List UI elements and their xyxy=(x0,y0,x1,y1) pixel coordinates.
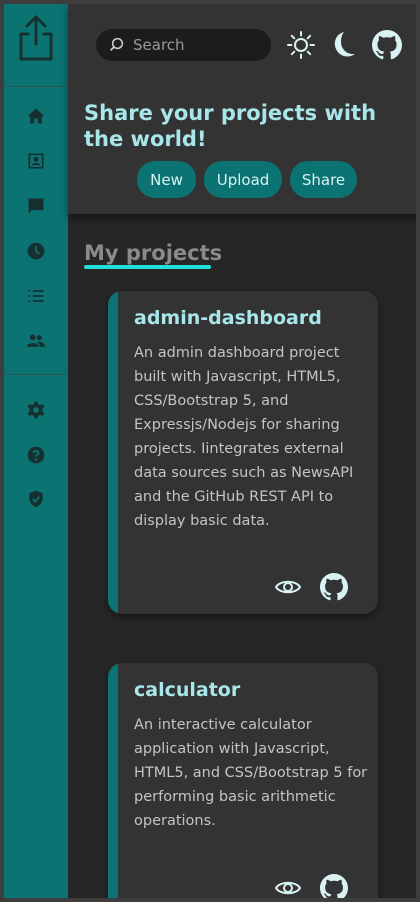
sun-icon[interactable] xyxy=(286,30,316,60)
github-icon[interactable] xyxy=(320,573,348,601)
eye-icon[interactable] xyxy=(274,573,302,601)
project-description: An admin dashboard project built with Ja… xyxy=(134,345,354,529)
share-button[interactable]: Share xyxy=(290,161,357,198)
messages-icon[interactable] xyxy=(24,194,48,218)
search-input[interactable] xyxy=(133,36,263,54)
header: Share your projects with the world! New … xyxy=(68,4,416,214)
search-bar[interactable] xyxy=(96,29,271,61)
tagline: Share your projects with the world! xyxy=(84,101,377,151)
project-card[interactable]: admin-dashboard An admin dashboard proje… xyxy=(108,291,378,614)
eye-icon[interactable] xyxy=(274,874,302,902)
sidebar-divider xyxy=(4,86,68,87)
profile-icon[interactable] xyxy=(24,149,48,173)
sidebar xyxy=(4,4,68,898)
moon-icon[interactable] xyxy=(330,30,360,60)
section-title: My projects xyxy=(84,241,223,265)
github-icon[interactable] xyxy=(372,30,402,60)
project-title[interactable]: admin-dashboard xyxy=(134,307,322,329)
sidebar-divider xyxy=(4,374,68,375)
help-icon[interactable] xyxy=(24,443,48,467)
upload-button[interactable]: Upload xyxy=(204,161,282,198)
card-accent xyxy=(108,663,118,898)
share-icon[interactable] xyxy=(16,12,56,64)
section-underline xyxy=(84,265,211,269)
card-accent xyxy=(108,291,118,614)
list-icon[interactable] xyxy=(24,284,48,308)
home-icon[interactable] xyxy=(24,104,48,128)
github-icon[interactable] xyxy=(320,874,348,902)
users-icon[interactable] xyxy=(24,329,48,353)
settings-icon[interactable] xyxy=(24,398,48,422)
new-button[interactable]: New xyxy=(137,161,196,198)
project-description: An interactive calculator application wi… xyxy=(134,717,368,829)
project-title[interactable]: calculator xyxy=(134,679,240,701)
history-icon[interactable] xyxy=(24,239,48,263)
security-icon[interactable] xyxy=(24,487,48,511)
app-frame: Share your projects with the world! New … xyxy=(0,0,420,902)
search-icon xyxy=(110,37,124,51)
project-card[interactable]: calculator An interactive calculator app… xyxy=(108,663,378,902)
